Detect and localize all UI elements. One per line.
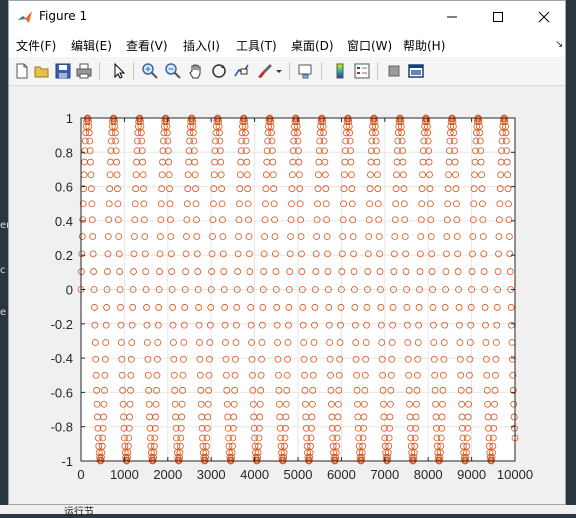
menu-tools[interactable]: 工具(T) — [236, 37, 277, 54]
x-tick-label: 9000 — [457, 467, 486, 482]
maximize-button[interactable] — [475, 1, 521, 33]
data-cursor-icon[interactable] — [233, 62, 251, 80]
menu-bar: 文件(F) 编辑(E) 查看(V) 插入(I) 工具(T) 桌面(D) 窗口(W… — [9, 33, 565, 58]
x-tick-label: 8000 — [414, 467, 443, 482]
maximize-icon — [493, 12, 503, 22]
x-tick-label: 10000 — [497, 467, 533, 482]
title-bar[interactable]: Figure 1 — [9, 1, 565, 33]
figure-toolbar — [9, 57, 565, 86]
x-tick-label: 4000 — [240, 467, 269, 482]
print-icon[interactable] — [75, 62, 93, 80]
menu-window[interactable]: 窗口(W) — [347, 37, 392, 54]
matlab-icon — [18, 11, 32, 23]
background-text: c — [0, 265, 6, 276]
y-tick-label: 0.2 — [55, 248, 73, 263]
minimize-icon — [447, 16, 457, 18]
link-plot-icon[interactable] — [297, 62, 315, 80]
edit-plot-arrow-icon[interactable] — [110, 62, 128, 80]
toolbar-separator — [289, 62, 290, 80]
y-tick-label: 1 — [66, 111, 73, 126]
open-file-icon[interactable] — [33, 62, 51, 80]
x-tick-label: 5000 — [284, 467, 313, 482]
toolbar-separator — [377, 62, 378, 80]
minimize-button[interactable] — [429, 1, 475, 33]
close-icon — [538, 11, 550, 23]
taskbar-run-section[interactable]: 运行节 — [64, 503, 94, 518]
y-tick-label: 0.4 — [55, 214, 73, 229]
y-tick-label: -0.6 — [51, 385, 73, 400]
colorbar-icon[interactable] — [331, 62, 349, 80]
rotate-3d-icon[interactable] — [210, 62, 228, 80]
y-tick-label: 0.8 — [55, 145, 73, 160]
hide-plot-tools-icon[interactable] — [385, 62, 403, 80]
x-tick-label: 7000 — [370, 467, 399, 482]
x-tick-label: 1000 — [110, 467, 139, 482]
background-text: e — [0, 307, 7, 318]
figure-window: Figure 1 文件(F) 编辑(E) 查看(V) 插入(I) 工具(T) 桌… — [8, 0, 566, 505]
plot-area: 0 1000 2000 3000 4000 5000 6000 7000 8000 9000 100… — [9, 86, 565, 504]
x-tick-label: 2000 — [153, 467, 182, 482]
show-plot-tools-icon[interactable] — [407, 62, 425, 80]
menu-insert[interactable]: 插入(I) — [183, 37, 220, 54]
y-tick-label: -0.4 — [51, 351, 73, 366]
menu-view[interactable]: 查看(V) — [126, 37, 168, 54]
brush-icon[interactable] — [256, 62, 274, 80]
toolbar-separator — [99, 62, 100, 80]
brush-dropdown-icon[interactable] — [275, 62, 283, 80]
menu-edit[interactable]: 编辑(E) — [71, 37, 112, 54]
x-tick-label: 0 — [77, 467, 84, 482]
toolbar-separator — [133, 62, 134, 80]
toolbar-separator — [321, 62, 322, 80]
menu-file[interactable]: 文件(F) — [16, 37, 56, 54]
menu-dock-arrow-icon[interactable]: ↘ — [555, 39, 563, 50]
background-window-right — [566, 0, 576, 514]
y-tick-label: 0 — [66, 283, 73, 298]
menu-desktop[interactable]: 桌面(D) — [291, 37, 334, 54]
menu-help[interactable]: 帮助(H) — [403, 37, 445, 54]
zoom-in-icon[interactable] — [141, 62, 159, 80]
close-button[interactable] — [521, 1, 567, 33]
y-tick-label: -1 — [61, 454, 73, 469]
pan-hand-icon[interactable] — [187, 62, 205, 80]
new-figure-icon[interactable] — [13, 62, 31, 80]
y-tick-label: -0.2 — [51, 317, 73, 332]
x-tick-label: 6000 — [327, 467, 356, 482]
legend-icon[interactable] — [353, 62, 371, 80]
x-tick-label: 3000 — [197, 467, 226, 482]
y-tick-label: 0.6 — [55, 180, 73, 195]
save-icon[interactable] — [54, 62, 72, 80]
axes-chart[interactable]: 0 1000 2000 3000 4000 5000 6000 7000 8000 9000 100… — [9, 86, 565, 504]
y-tick-label: -0.8 — [51, 420, 73, 435]
window-title: Figure 1 — [39, 9, 88, 23]
background-taskbar: 运行节 — [0, 505, 576, 518]
zoom-out-icon[interactable] — [164, 62, 182, 80]
